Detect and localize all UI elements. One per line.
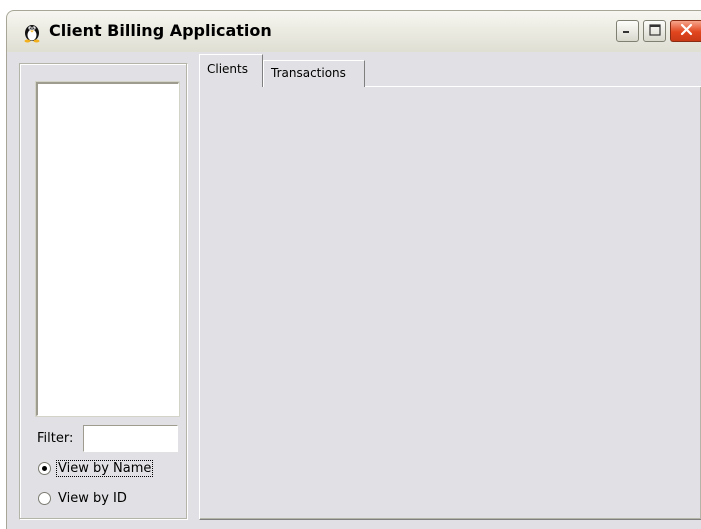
window-title: Client Billing Application: [49, 21, 272, 40]
tab-content-panel: [199, 86, 701, 520]
tab-transactions[interactable]: Transactions: [263, 60, 365, 87]
tux-penguin-icon: [21, 21, 43, 43]
filter-label: Filter:: [37, 431, 74, 446]
application-window: Client Billing Application Filter: View …: [0, 0, 701, 529]
close-button[interactable]: [670, 20, 701, 42]
view-by-name-label: View by Name: [56, 459, 154, 477]
maximize-icon: [648, 23, 661, 39]
title-bar[interactable]: Client Billing Application: [6, 10, 701, 53]
view-by-id-radio[interactable]: [38, 491, 51, 505]
close-icon: [680, 23, 693, 39]
minimize-icon: [622, 24, 633, 38]
view-by-name-radio[interactable]: [38, 461, 51, 475]
client-list[interactable]: [35, 81, 180, 417]
view-by-name-option[interactable]: View by Name: [38, 458, 154, 478]
view-by-id-label: View by ID: [58, 490, 127, 506]
minimize-button[interactable]: [616, 20, 639, 42]
view-by-id-option[interactable]: View by ID: [38, 488, 127, 508]
tab-clients[interactable]: Clients: [199, 54, 263, 87]
maximize-button[interactable]: [643, 20, 666, 42]
filter-input[interactable]: [83, 425, 178, 452]
